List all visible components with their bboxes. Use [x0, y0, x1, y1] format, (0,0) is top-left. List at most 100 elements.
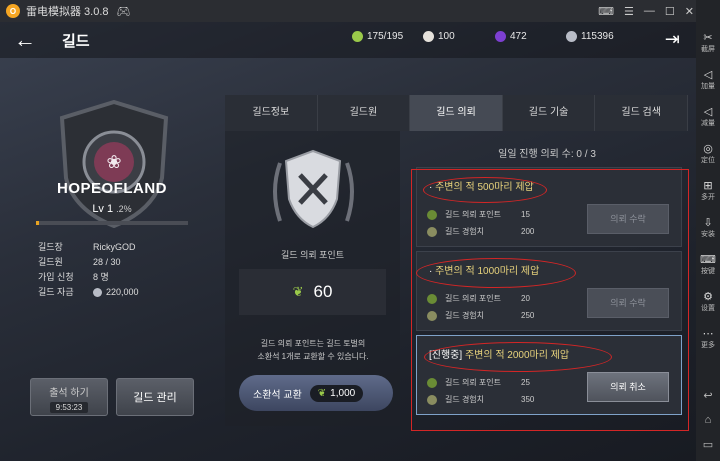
annotation-oval — [416, 258, 576, 288]
pearl-resource: 100 — [423, 31, 455, 42]
maximize-icon[interactable]: ☐ — [665, 5, 675, 18]
guild-tabs: 길드정보 길드원 길드 의뢰 길드 기술 길드 검색 — [225, 95, 688, 131]
exchange-label: 소환석 교환 — [253, 389, 302, 401]
screenshot-button[interactable]: ✂ 截屏 — [701, 26, 715, 59]
sidebar-label: 按键 — [700, 267, 715, 275]
tab-guild-quests[interactable]: 길드 의뢰 — [410, 95, 503, 131]
svg-text:❀: ❀ — [106, 152, 121, 173]
stat-row-funds: 길드 자금 220,000 — [38, 285, 139, 300]
stamina-value: 175/195 — [367, 31, 404, 42]
stat-row-applications: 가입 신청 8 명 — [38, 270, 139, 285]
annotation-oval — [424, 342, 612, 372]
settings-button[interactable]: ⚙ 设置 — [701, 285, 715, 318]
keyboard-icon[interactable]: ⌨ — [598, 5, 614, 18]
attendance-timer: 9:53:23 — [49, 402, 89, 413]
quest-points-box: ❦ 60 — [239, 269, 386, 315]
stat-row-leader: 길드장 RickyGOD — [38, 240, 139, 255]
exchange-cost-value: 1,000 — [330, 387, 356, 399]
quest-points-panel: 길드 의뢰 포인트 ❦ 60 길드 의뢰 포인트는 길드 토벌의 소환석 1개로… — [225, 131, 400, 426]
stat-value: 28 / 30 — [93, 257, 121, 267]
guild-level-text: Lv 1 — [92, 203, 114, 215]
emulator-title: 雷电模拟器 3.0.8 — [26, 6, 109, 18]
keyboard-icon: ⌨ — [700, 253, 716, 266]
silver-coin-icon — [93, 288, 102, 297]
tab-guild-info[interactable]: 길드정보 — [225, 95, 318, 131]
sidebar-label: 减量 — [701, 119, 715, 127]
tab-guild-search[interactable]: 길드 검색 — [595, 95, 688, 131]
game-header: ← 길드 175/195 100 472 115396 ⇥ — [0, 22, 696, 58]
sidebar-label: 设置 — [701, 304, 715, 312]
description-line: 소환석 1개로 교환할 수 있습니다. — [257, 352, 369, 361]
guild-xp-bar — [36, 221, 188, 225]
guild-stats: 길드장 RickyGOD 길드원 28 / 30 가입 신청 8 명 길드 자금 220… — [38, 240, 139, 300]
quest-points-description: 길드 의뢰 포인트는 길드 토벌의 소환석 1개로 교환할 수 있습니다. — [229, 337, 397, 363]
stat-value: 8 명 — [93, 272, 109, 282]
sidebar-label: 截屏 — [701, 45, 715, 53]
multi-instance-button[interactable]: ⊞ 多开 — [701, 174, 715, 207]
guild-level-pct: .2% — [116, 204, 132, 214]
tab-guild-tech[interactable]: 길드 기술 — [503, 95, 596, 131]
emulator-logo-icon: O — [6, 4, 20, 18]
laurel-point-icon: ❦ — [292, 284, 304, 299]
keymap-button[interactable]: ⌨ 按键 — [700, 248, 716, 281]
summon-stone-exchange-button[interactable]: 소환석 교환 ❦ 1,000 — [239, 375, 393, 411]
minimize-icon[interactable]: — — [644, 5, 655, 17]
sidebar-label: 安装 — [701, 230, 715, 238]
laurel-point-icon: ❦ — [317, 387, 327, 399]
sidebar-label: 更多 — [701, 341, 715, 349]
description-line: 길드 의뢰 포인트는 길드 토벌의 — [260, 339, 366, 348]
daily-quest-count: 일일 진행 의뢰 수: 0 / 3 — [498, 149, 596, 160]
guild-name: HOPEOFLAND — [57, 180, 167, 197]
guild-manage-button[interactable]: 길드 관리 — [116, 378, 194, 416]
pearl-icon — [423, 31, 434, 42]
attendance-label: 출석 하기 — [49, 388, 89, 399]
page-title: 길드 — [62, 32, 90, 50]
location-button[interactable]: ◎ 定位 — [701, 137, 715, 170]
annotation-box — [411, 169, 689, 431]
coin-resource: 115396 — [566, 31, 614, 42]
volume-up-button[interactable]: ◁ 加量 — [701, 63, 715, 96]
gem-value: 472 — [510, 31, 527, 42]
scissors-icon: ✂ — [703, 31, 713, 44]
attendance-button[interactable]: 출석 하기 9:53:23 — [30, 378, 108, 416]
purple-gem-icon — [495, 31, 506, 42]
recent-apps-icon[interactable]: ▭ — [703, 438, 713, 451]
stamina-resource: 175/195 — [352, 31, 403, 42]
volume-down-icon: ◁ — [703, 105, 713, 118]
stamina-icon — [352, 31, 363, 42]
quest-crest-emblem — [273, 149, 354, 229]
close-icon[interactable]: ✕ — [685, 5, 694, 18]
emulator-titlebar: O 雷电模拟器 3.0.8 🎮︎ ⌨ ☰ — ☐ ✕ — [0, 0, 720, 22]
coin-value: 115396 — [581, 31, 614, 42]
install-icon: ⇩ — [703, 216, 713, 229]
home-nav-icon[interactable]: ⌂ — [705, 414, 712, 426]
exit-door-icon[interactable]: ⇥ — [665, 29, 680, 50]
volume-down-button[interactable]: ◁ 减量 — [701, 100, 715, 133]
stat-value: 220,000 — [106, 287, 139, 297]
stat-key: 길드장 — [38, 242, 63, 252]
sidebar-label: 多开 — [701, 193, 715, 201]
silver-coin-icon — [566, 31, 577, 42]
stat-value: RickyGOD — [93, 242, 136, 252]
emulator-sidebar: ✂ 截屏 ◁ 加量 ◁ 减量 ◎ 定位 ⊞ 多开 ⇩ 安装 ⌨ 按键 ⚙ 设置 ⋯ 更多 ↩ ⌂ … — [696, 0, 720, 461]
guild-level: Lv 1 .2% — [28, 203, 196, 215]
quest-points-label: 길드 의뢰 포인트 — [281, 250, 344, 260]
tab-guild-members[interactable]: 길드원 — [318, 95, 411, 131]
sidebar-label: 加量 — [701, 82, 715, 90]
gear-icon: ⚙ — [703, 290, 713, 303]
more-button[interactable]: ⋯ 更多 — [701, 322, 715, 355]
stat-key: 길드원 — [38, 257, 63, 267]
gamepad-icon[interactable]: 🎮︎ — [117, 5, 131, 18]
stat-row-members: 길드원 28 / 30 — [38, 255, 139, 270]
stat-key: 가입 신청 — [38, 272, 74, 282]
guild-xp-fill — [36, 221, 40, 225]
install-button[interactable]: ⇩ 安装 — [701, 211, 715, 244]
annotation-oval — [423, 177, 547, 203]
multi-window-icon: ⊞ — [703, 179, 713, 192]
back-nav-icon[interactable]: ↩ — [703, 389, 712, 402]
stat-key: 길드 자금 — [38, 287, 74, 297]
more-icon: ⋯ — [702, 327, 714, 340]
back-arrow-icon[interactable]: ← — [14, 27, 44, 53]
sidebar-label: 定位 — [701, 156, 715, 164]
menu-icon[interactable]: ☰ — [624, 5, 634, 18]
